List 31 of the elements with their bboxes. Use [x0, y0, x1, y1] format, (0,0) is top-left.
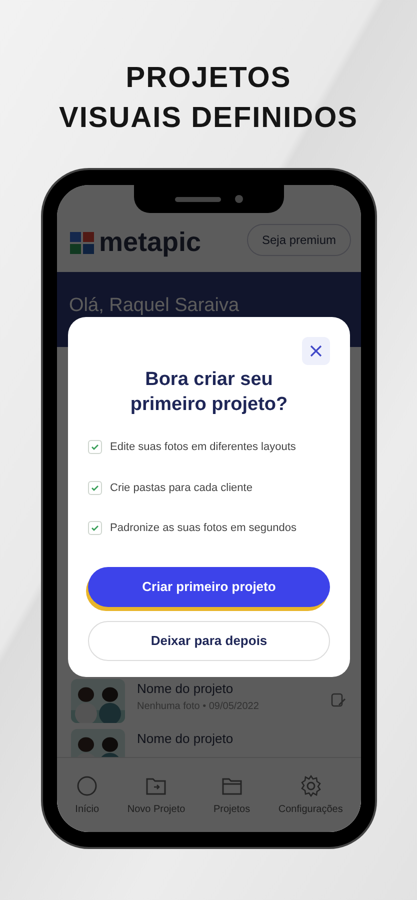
settings-icon — [298, 774, 323, 798]
premium-button[interactable]: Seja premium — [246, 224, 351, 256]
feature-text: Crie pastas para cada cliente — [110, 480, 252, 496]
modal-title: Bora criar seu primeiro projeto? — [129, 368, 289, 417]
edit-icon[interactable] — [331, 693, 347, 709]
camera-lens — [235, 195, 243, 203]
checkbox[interactable] — [88, 521, 102, 536]
app-logo: metapic — [99, 229, 202, 256]
greeting: Olá, Raquel Saraiva — [69, 294, 240, 318]
feature-text: Edite suas fotos em diferentes layouts — [110, 440, 296, 455]
nav-tab[interactable]: Início — [75, 774, 100, 816]
create-project-button[interactable]: Criar primeiro projeto — [88, 566, 330, 606]
check-icon — [91, 443, 99, 452]
close-icon — [310, 345, 322, 357]
checkbox[interactable] — [88, 480, 102, 495]
close-button[interactable] — [302, 337, 330, 365]
speaker-grille — [175, 196, 221, 202]
headline: PROJETOS — [124, 61, 292, 96]
nav-tab[interactable]: Projetos — [213, 774, 250, 816]
check-icon — [91, 484, 99, 492]
project-name: Nome do projeto — [137, 730, 234, 748]
feature-text: Padronize as suas fotos em segundos — [110, 521, 297, 536]
nav-tab[interactable]: Novo Projeto — [127, 774, 186, 816]
nav-tab[interactable]: Configurações — [278, 774, 343, 816]
project-name: Nome do projeto — [137, 680, 234, 698]
checkbox[interactable] — [88, 440, 102, 454]
home-icon — [75, 774, 100, 798]
later-button[interactable]: Deixar para depois — [88, 620, 330, 660]
check-icon — [91, 524, 99, 532]
logo-icon — [69, 230, 95, 256]
headline: VISUAIS DEFINIDOS — [58, 101, 359, 136]
